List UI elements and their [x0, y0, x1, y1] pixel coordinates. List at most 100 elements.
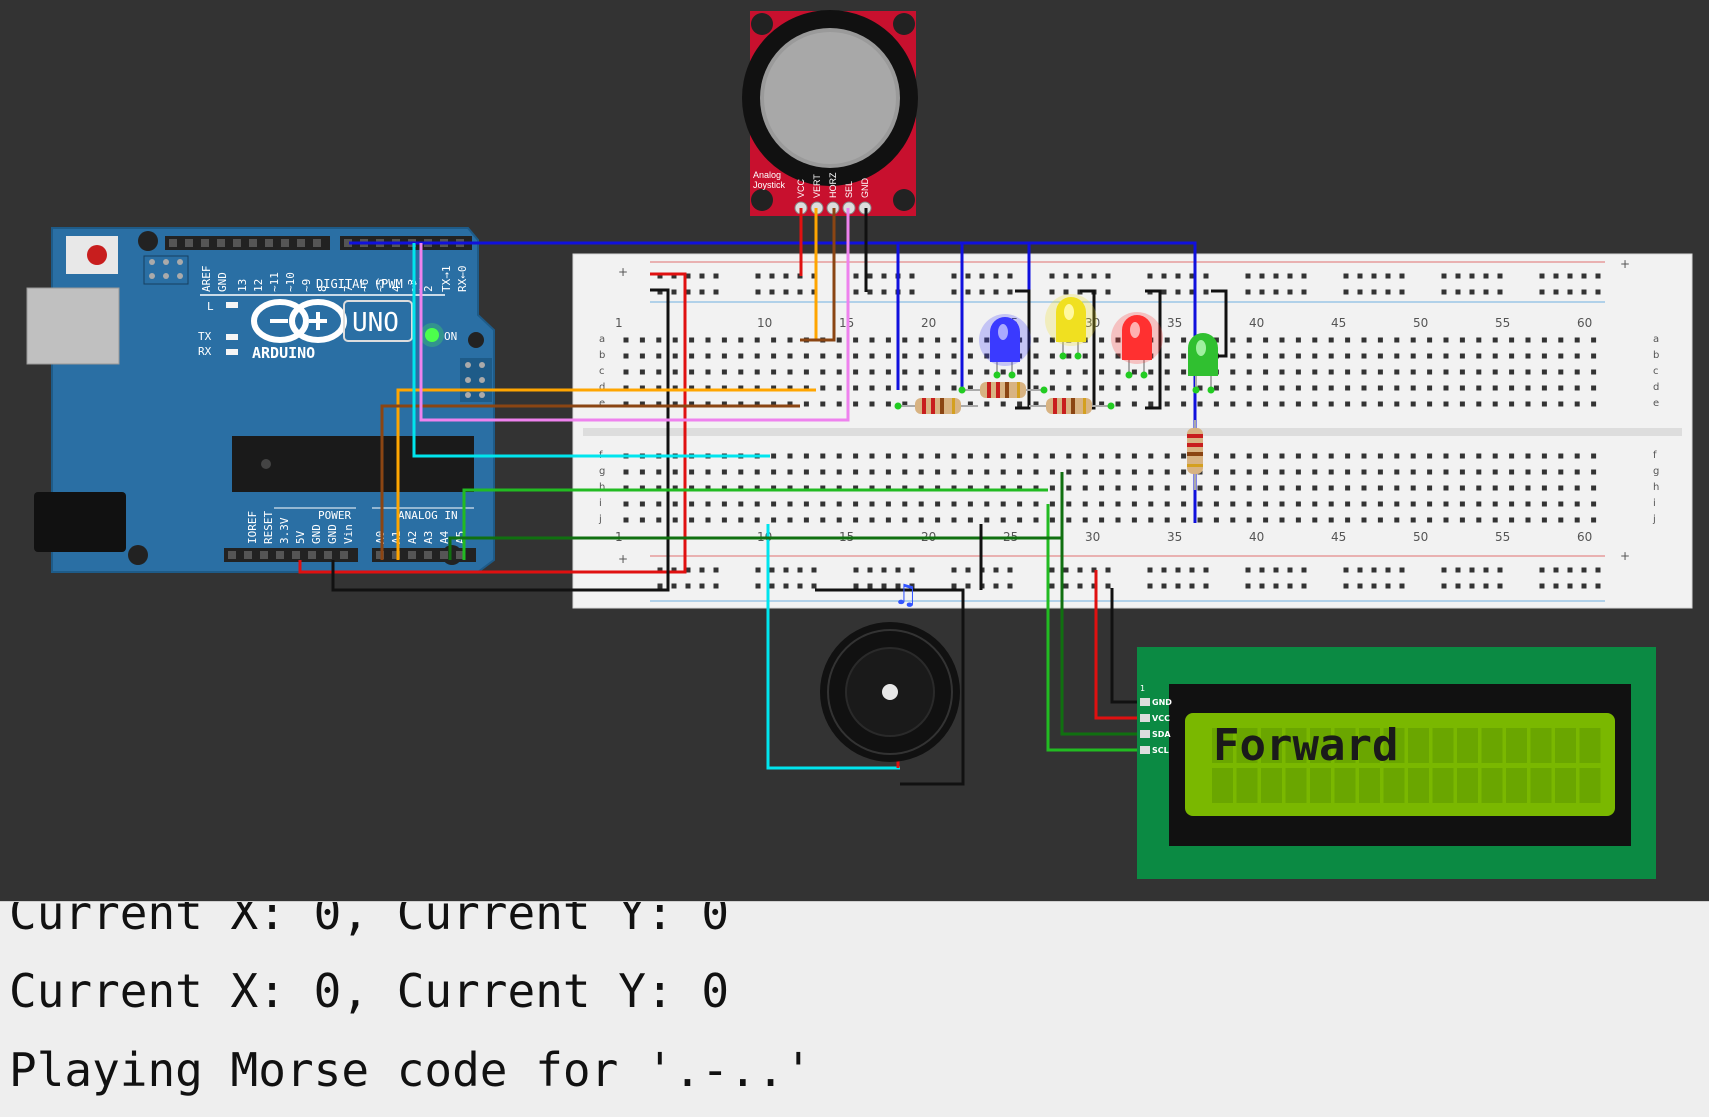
breadboard-hole[interactable] [1148, 501, 1154, 507]
header-pin[interactable] [169, 239, 177, 247]
power-rail-hole[interactable] [1553, 289, 1559, 295]
power-rail-hole[interactable] [1161, 273, 1167, 279]
breadboard-hole[interactable] [1230, 337, 1236, 343]
breadboard-hole[interactable] [935, 469, 941, 475]
power-rail-hole[interactable] [1259, 289, 1265, 295]
power-rail-hole[interactable] [1063, 289, 1069, 295]
breadboard-hole[interactable] [1082, 485, 1088, 491]
breadboard-hole[interactable] [1394, 485, 1400, 491]
breadboard-hole[interactable] [1246, 337, 1252, 343]
breadboard-hole[interactable] [1263, 517, 1269, 523]
power-rail-hole[interactable] [1385, 567, 1391, 573]
breadboard-hole[interactable] [1295, 353, 1301, 359]
breadboard-hole[interactable] [1181, 485, 1187, 491]
power-rail-hole[interactable] [1399, 583, 1405, 589]
power-rail-hole[interactable] [1287, 567, 1293, 573]
breadboard-hole[interactable] [771, 517, 777, 523]
power-rail-hole[interactable] [867, 583, 873, 589]
breadboard-hole[interactable] [1476, 485, 1482, 491]
breadboard-hole[interactable] [1394, 453, 1400, 459]
breadboard-hole[interactable] [1443, 401, 1449, 407]
breadboard-hole[interactable] [1443, 517, 1449, 523]
breadboard-hole[interactable] [1427, 469, 1433, 475]
breadboard-hole[interactable] [1427, 501, 1433, 507]
breadboard-hole[interactable] [820, 517, 826, 523]
breadboard-hole[interactable] [1164, 517, 1170, 523]
breadboard-hole[interactable] [918, 385, 924, 391]
breadboard-hole[interactable] [984, 453, 990, 459]
breadboard-hole[interactable] [1000, 517, 1006, 523]
power-rail-hole[interactable] [811, 583, 817, 589]
header-pin[interactable] [281, 239, 289, 247]
breadboard-hole[interactable] [721, 353, 727, 359]
breadboard-hole[interactable] [885, 353, 891, 359]
breadboard-hole[interactable] [1459, 353, 1465, 359]
breadboard-hole[interactable] [672, 501, 678, 507]
breadboard-hole[interactable] [1197, 485, 1203, 491]
simulation-canvas[interactable]: + + + + 1 10 15 20 25 30 35 40 45 50 55 … [0, 0, 1709, 900]
breadboard-hole[interactable] [1312, 501, 1318, 507]
breadboard-hole[interactable] [820, 353, 826, 359]
breadboard-hole[interactable] [1164, 369, 1170, 375]
power-rail-hole[interactable] [1343, 273, 1349, 279]
header-pin[interactable] [249, 239, 257, 247]
power-rail-hole[interactable] [993, 273, 999, 279]
breadboard-hole[interactable] [935, 501, 941, 507]
power-rail-hole[interactable] [713, 583, 719, 589]
breadboard-hole[interactable] [1033, 517, 1039, 523]
power-rail-hole[interactable] [1455, 567, 1461, 573]
breadboard-hole[interactable] [1295, 453, 1301, 459]
breadboard-hole[interactable] [1246, 353, 1252, 359]
lcd-pin[interactable] [1140, 746, 1150, 754]
breadboard-hole[interactable] [1099, 517, 1105, 523]
breadboard-hole[interactable] [1525, 353, 1531, 359]
breadboard-hole[interactable] [1164, 469, 1170, 475]
breadboard-hole[interactable] [1279, 501, 1285, 507]
power-rail-hole[interactable] [951, 289, 957, 295]
breadboard-hole[interactable] [984, 369, 990, 375]
breadboard-hole[interactable] [1017, 501, 1023, 507]
breadboard-hole[interactable] [1361, 501, 1367, 507]
power-rail-hole[interactable] [951, 273, 957, 279]
breadboard-hole[interactable] [1328, 353, 1334, 359]
breadboard-hole[interactable] [1197, 401, 1203, 407]
breadboard-hole[interactable] [1246, 401, 1252, 407]
breadboard-hole[interactable] [885, 501, 891, 507]
breadboard-hole[interactable] [902, 353, 908, 359]
breadboard-hole[interactable] [1476, 517, 1482, 523]
breadboard-hole[interactable] [787, 353, 793, 359]
power-rail-hole[interactable] [1063, 583, 1069, 589]
breadboard-hole[interactable] [1017, 469, 1023, 475]
breadboard-hole[interactable] [1230, 369, 1236, 375]
power-rail-hole[interactable] [1063, 273, 1069, 279]
breadboard-hole[interactable] [1574, 485, 1580, 491]
power-rail-hole[interactable] [1301, 273, 1307, 279]
breadboard-hole[interactable] [771, 353, 777, 359]
breadboard-hole[interactable] [1377, 337, 1383, 343]
breadboard-hole[interactable] [1017, 401, 1023, 407]
breadboard-hole[interactable] [1443, 485, 1449, 491]
breadboard-hole[interactable] [820, 369, 826, 375]
power-rail-hole[interactable] [1189, 567, 1195, 573]
power-rail-hole[interactable] [1049, 273, 1055, 279]
breadboard-hole[interactable] [1541, 501, 1547, 507]
breadboard-hole[interactable] [967, 353, 973, 359]
breadboard-hole[interactable] [853, 369, 859, 375]
breadboard-hole[interactable] [1459, 469, 1465, 475]
breadboard-hole[interactable] [1345, 517, 1351, 523]
breadboard-hole[interactable] [787, 453, 793, 459]
lcd-pin[interactable] [1140, 714, 1150, 722]
breadboard-hole[interactable] [1345, 469, 1351, 475]
header-pin[interactable] [276, 551, 284, 559]
power-rail-hole[interactable] [993, 567, 999, 573]
breadboard-hole[interactable] [1099, 501, 1105, 507]
breadboard-hole[interactable] [1066, 369, 1072, 375]
breadboard-hole[interactable] [1164, 501, 1170, 507]
breadboard-hole[interactable] [1115, 369, 1121, 375]
breadboard-hole[interactable] [1377, 385, 1383, 391]
breadboard-hole[interactable] [902, 453, 908, 459]
breadboard-hole[interactable] [1246, 385, 1252, 391]
power-rail-hole[interactable] [1455, 289, 1461, 295]
power-rail-hole[interactable] [1273, 273, 1279, 279]
breadboard-hole[interactable] [836, 401, 842, 407]
